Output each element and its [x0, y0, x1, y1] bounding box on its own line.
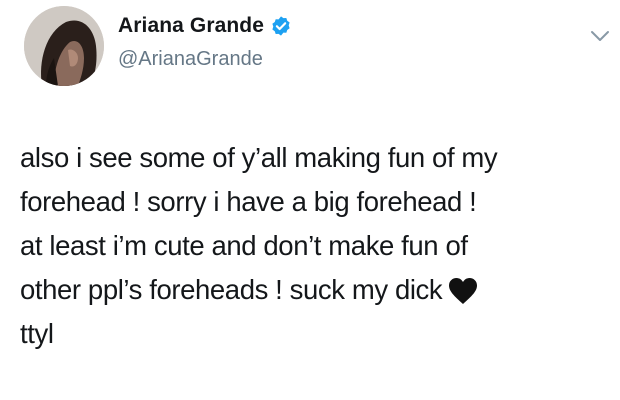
tweet-line: forehead ! sorry i have a big forehead ! — [20, 186, 477, 217]
tweet-line: other ppl’s foreheads ! suck my dick — [20, 274, 443, 305]
display-name[interactable]: Ariana Grande — [118, 14, 264, 38]
tweet-line: also i see some of y’all making fun of m… — [20, 142, 498, 173]
verified-badge-icon — [270, 15, 292, 37]
avatar[interactable] — [24, 6, 104, 86]
avatar-image — [24, 6, 104, 86]
tweet-line-with-emoji: other ppl’s foreheads ! suck my dick — [20, 268, 610, 312]
tweet-line: ttyl — [20, 318, 54, 349]
tweet-line: at least i’m cute and don’t make fun of — [20, 230, 468, 261]
chevron-down-icon[interactable] — [589, 28, 611, 44]
author-handle[interactable]: @ArianaGrande — [118, 48, 263, 71]
black-heart-icon — [448, 274, 478, 304]
tweet-text: also i see some of y’all making fun of m… — [20, 136, 610, 356]
author-name-row: Ariana Grande — [118, 14, 292, 38]
tweet-card: Ariana Grande @ArianaGrande also i see s… — [0, 0, 620, 400]
